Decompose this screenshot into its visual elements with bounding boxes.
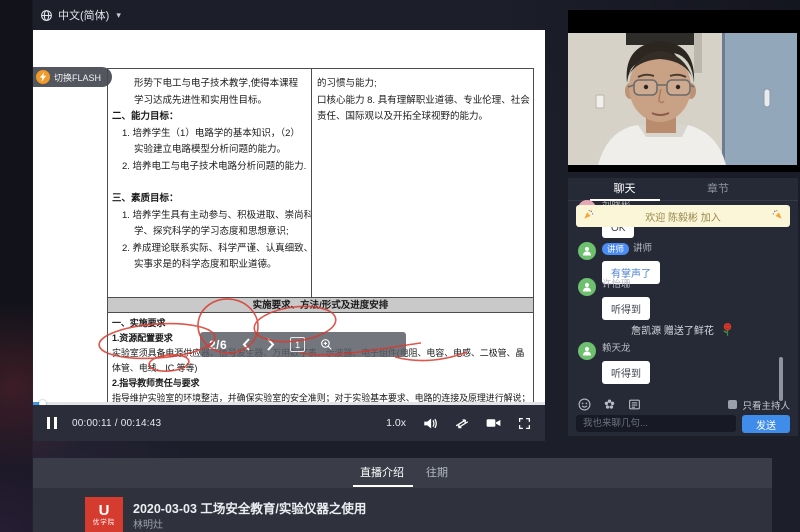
chevron-down-icon: ▾ — [116, 10, 121, 21]
avatar — [578, 342, 596, 360]
avatar — [578, 278, 596, 296]
slide-right-column: 的习惯与能力; 口核心能力 8. 具有理解职业道德、专业伦理、社会 责任、国际观… — [312, 69, 533, 297]
chat-scrollbar[interactable] — [779, 357, 783, 401]
only-host-toggle[interactable]: 只看主持人 — [728, 398, 790, 412]
smiley-icon — [578, 398, 591, 411]
switch-flash-label: 切换FLASH — [54, 71, 101, 84]
chat-toolbar: 只看主持人 — [578, 397, 790, 412]
only-host-label: 只看主持人 — [742, 398, 790, 412]
school-logo: U 优学院 — [85, 497, 123, 532]
emoji-button[interactable] — [578, 398, 591, 411]
message-bubble: 听得到 — [602, 361, 650, 384]
message-bubble: 听得到 — [602, 297, 650, 320]
language-selector[interactable]: 中文(简体) ▾ — [40, 7, 121, 23]
only-host-checkbox[interactable] — [728, 400, 737, 409]
flower-icon — [603, 398, 616, 411]
slide-section-header: 实施要求、方法/形式及进度安排 — [108, 297, 533, 313]
party-popper-icon — [772, 209, 783, 220]
tab-chapters[interactable]: 章节 — [688, 178, 748, 201]
line-switch-icon — [455, 417, 469, 430]
magnifier-icon — [320, 338, 333, 351]
tab-live-intro[interactable]: 直播介绍 — [352, 458, 412, 488]
logo-mark: U — [99, 503, 110, 518]
tab-past-sessions[interactable]: 往期 — [413, 458, 461, 488]
chat-tabs: 聊天 章节 — [568, 178, 798, 201]
list-board-icon — [628, 398, 641, 411]
time-display: 00:00:11 / 00:14:43 — [72, 418, 161, 429]
username: 赖天龙 — [602, 342, 650, 356]
announcement-button[interactable] — [628, 398, 641, 411]
bottom-tab-bar: 直播介绍 往期 — [33, 458, 772, 488]
send-button[interactable]: 发送 — [742, 415, 790, 433]
course-author: 林明灶 — [133, 516, 163, 531]
chevron-left-icon — [242, 338, 251, 351]
rose-icon — [720, 322, 735, 337]
chat-message-input[interactable] — [576, 415, 736, 432]
app-window: 中文(简体) ▾ 形势下电工与电子技术教学,使得本课程 学习达成先进性和实用性目… — [0, 0, 800, 532]
camera-button[interactable] — [486, 417, 501, 429]
video-player[interactable]: 形势下电工与电子技术教学,使得本课程 学习达成先进性和实用性目标。 二、能力目标… — [33, 30, 545, 441]
slide-left-column: 形势下电工与电子技术教学,使得本课程 学习达成先进性和实用性目标。 二、能力目标… — [108, 69, 312, 297]
page-indicator: 2/6 — [209, 338, 227, 352]
page-nav-overlay: 2/6 — [200, 332, 406, 357]
next-page-button[interactable] — [266, 338, 275, 351]
globe-icon — [40, 9, 53, 22]
page-number-input[interactable] — [290, 337, 305, 352]
chat-panel: 聊天 章节 刘晓彬 OK 欢迎 陈毅彬 加入 讲师 — [568, 178, 798, 436]
active-tab-underline — [353, 485, 413, 487]
player-controls: 00:00:11 / 00:14:43 1.0x — [33, 405, 545, 441]
webcam-video — [568, 33, 797, 165]
language-label: 中文(简体) — [58, 7, 109, 23]
camera-icon — [486, 417, 501, 429]
pause-button[interactable] — [47, 417, 57, 429]
tab-chat[interactable]: 聊天 — [588, 178, 661, 201]
welcome-banner: 欢迎 陈毅彬 加入 — [576, 205, 790, 227]
line-switch-button[interactable] — [455, 417, 469, 430]
chat-message: 许怡珊 听得到 — [578, 278, 650, 320]
zoom-button[interactable] — [320, 338, 333, 351]
gift-notice: 詹凯源 赠送了鲜花 — [568, 322, 798, 337]
lightning-icon — [36, 70, 50, 84]
logo-text: 优学院 — [93, 519, 116, 527]
speaker-icon — [423, 417, 438, 430]
switch-flash-button[interactable]: 切换FLASH — [33, 67, 112, 87]
prev-page-button[interactable] — [242, 338, 251, 351]
lecturer-badge: 讲师 — [602, 243, 629, 255]
course-info[interactable]: U 优学院 2020-03-03 工场安全教育/实验仪器之使用 林明灶 — [33, 488, 772, 532]
fullscreen-button[interactable] — [518, 417, 531, 430]
slide-body: 一、实施要求 1.资源配置要求 实验室须具备电源供应器、信号发生器、万用数字表、… — [108, 313, 533, 402]
party-popper-icon — [583, 209, 594, 220]
welcome-banner-text: 欢迎 陈毅彬 加入 — [645, 209, 721, 224]
playback-speed-button[interactable]: 1.0x — [386, 417, 406, 429]
username: 讲师 讲师 — [602, 242, 660, 256]
volume-button[interactable] — [423, 417, 438, 430]
chat-message: 赖天龙 听得到 — [578, 342, 650, 384]
chat-input-row: 发送 — [576, 415, 790, 433]
webcam-frame — [568, 10, 800, 172]
gift-notice-text: 詹凯源 赠送了鲜花 — [631, 322, 714, 337]
chevron-right-icon — [266, 338, 275, 351]
username: 许怡珊 — [602, 278, 650, 292]
gift-flower-button[interactable] — [603, 398, 616, 411]
course-title: 2020-03-03 工场安全教育/实验仪器之使用 — [133, 498, 366, 517]
fullscreen-icon — [518, 417, 531, 430]
avatar — [578, 242, 596, 260]
